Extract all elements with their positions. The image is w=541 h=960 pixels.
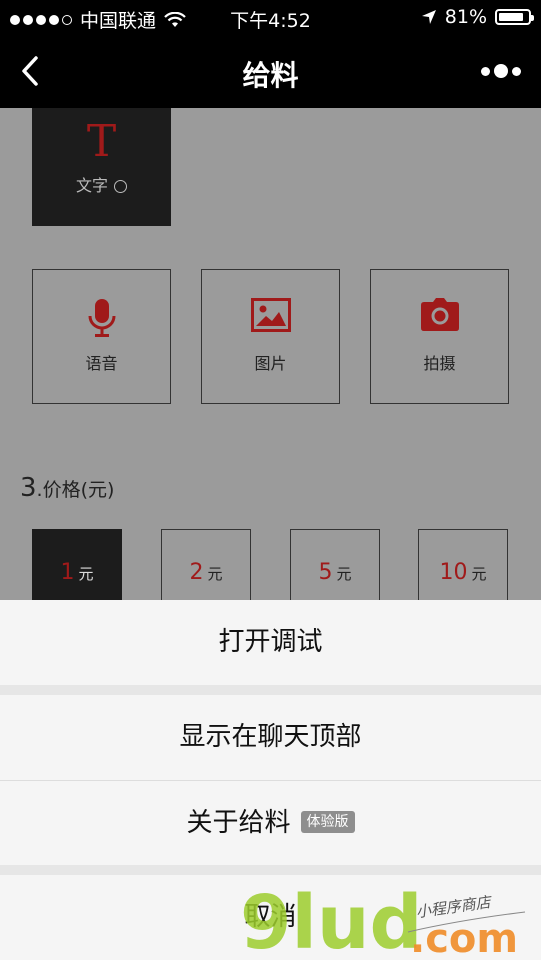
battery-percent: 81% (444, 6, 487, 28)
text-card-label-text: 文字 (75, 176, 108, 195)
navigation-bar: 给料 (0, 36, 541, 108)
more-dot-icon (494, 64, 508, 78)
status-bar: 中国联通 下午4:52 81% (0, 0, 541, 36)
section-number: 3 (20, 473, 37, 503)
price-section-heading: 3.价格(元) (20, 473, 114, 503)
voice-label: 语音 (85, 354, 118, 373)
more-dot-icon (481, 66, 490, 76)
cancel-option[interactable]: 取消 (0, 875, 541, 960)
voice-button[interactable]: 语音 (32, 269, 171, 404)
more-dot-icon (512, 66, 521, 76)
section-label: .价格(元) (36, 479, 115, 501)
price-option-2[interactable]: 2元 (161, 529, 251, 600)
price-unit: 元 (471, 565, 487, 583)
price-option-5[interactable]: 5元 (290, 529, 380, 600)
page-title: 给料 (242, 59, 299, 92)
about-label: 关于给料 (186, 808, 291, 838)
price-option-10[interactable]: 10 元 (418, 529, 508, 600)
price-value: 5 (318, 560, 333, 585)
image-button[interactable]: 图片 (201, 269, 340, 404)
text-card-label: 文字 (32, 172, 171, 196)
camera-label: 拍摄 (423, 354, 456, 373)
price-option-1[interactable]: 1元 (32, 529, 122, 600)
price-unit: 元 (207, 565, 223, 583)
price-value: 1 (60, 560, 75, 585)
open-debug-option[interactable]: 打开调试 (0, 600, 541, 685)
trial-version-badge: 体验版 (300, 810, 355, 833)
image-icon (202, 298, 339, 332)
more-options-button[interactable] (481, 64, 521, 78)
camera-icon (371, 298, 508, 332)
camera-button[interactable]: 拍摄 (370, 269, 509, 404)
text-type-card[interactable]: T 文字 (32, 108, 171, 226)
price-unit: 元 (78, 565, 94, 583)
page-content: T 文字 语音 图片 拍摄 3.价格(元) 1 元 2 元 5 元 10 元 (0, 108, 541, 600)
action-sheet: 打开调试 显示在聊天顶部 关于给料 体验版 取消 (0, 600, 541, 960)
battery-group: 81% (421, 6, 534, 28)
microphone-icon (33, 298, 170, 338)
edit-icon (114, 180, 127, 193)
image-label: 图片 (254, 354, 287, 373)
show-on-top-option[interactable]: 显示在聊天顶部 (0, 695, 541, 781)
price-unit: 元 (336, 565, 352, 583)
price-value: 2 (189, 560, 204, 585)
battery-icon (495, 9, 534, 25)
text-glyph-icon: T (86, 116, 117, 167)
about-option[interactable]: 关于给料 体验版 (0, 781, 541, 865)
location-arrow-icon (421, 10, 436, 24)
price-value: 10 (439, 560, 468, 585)
